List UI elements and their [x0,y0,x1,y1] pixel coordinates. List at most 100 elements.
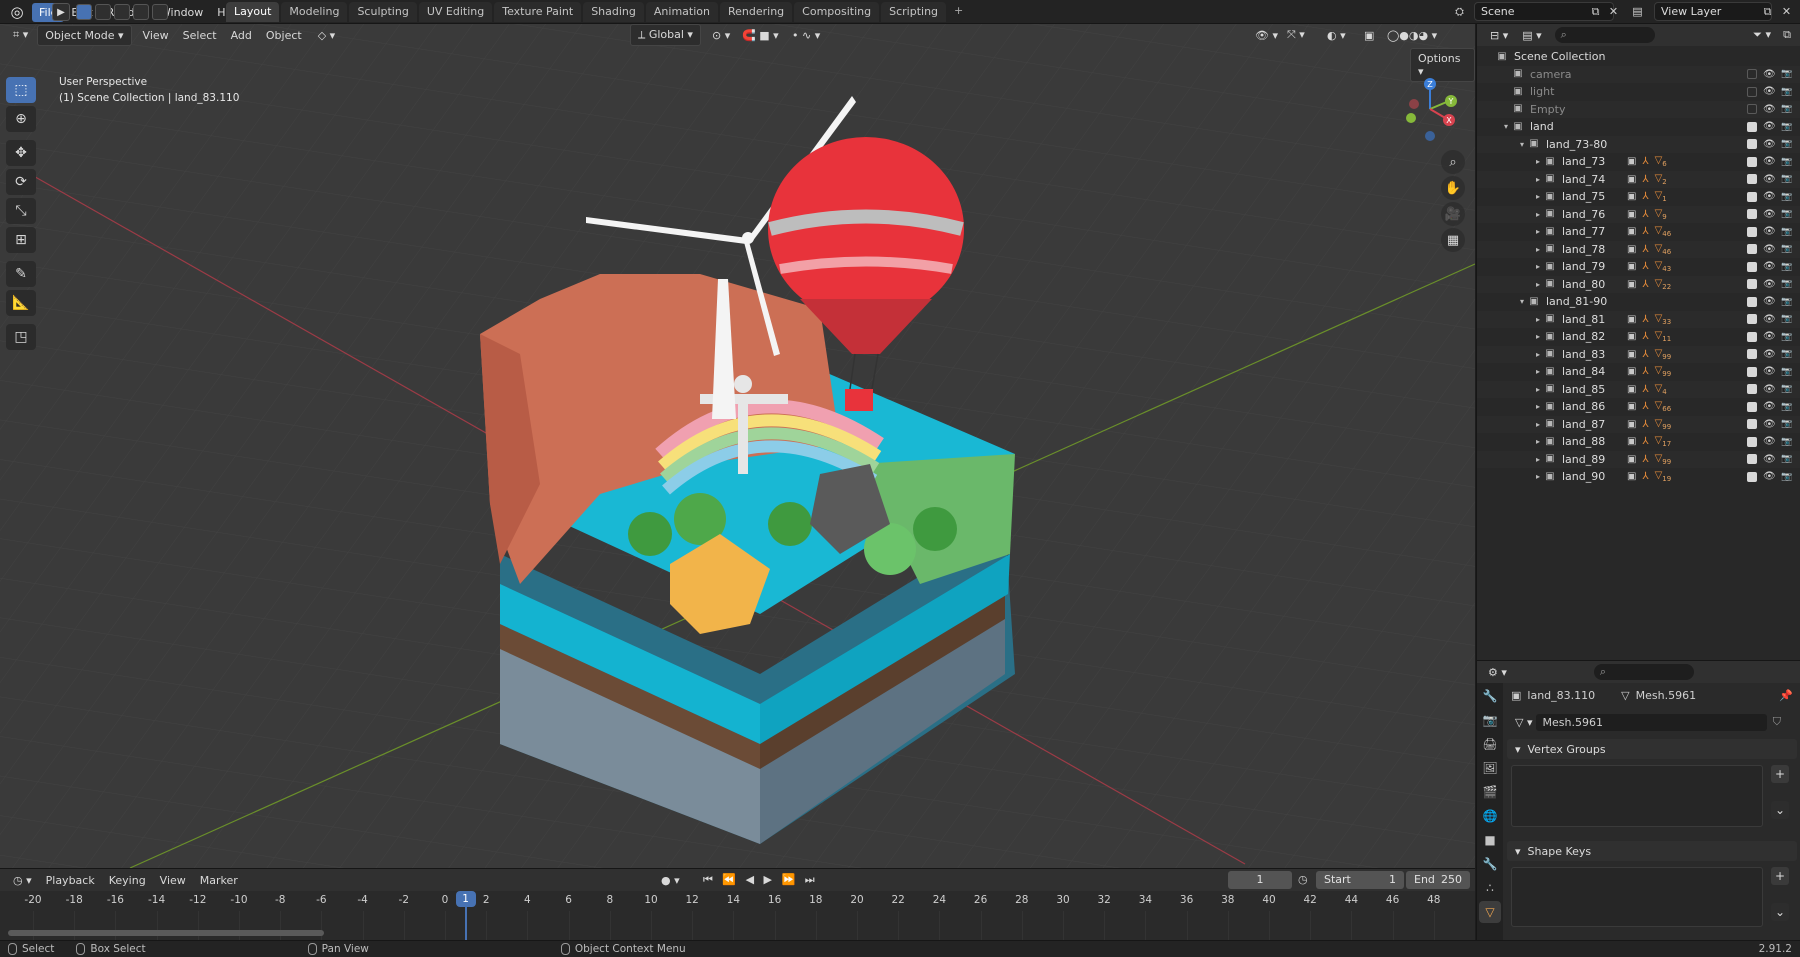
exclude-checkbox[interactable] [1747,209,1757,219]
expand-toggle-icon[interactable]: ▸ [1533,157,1543,166]
fake-user-icon[interactable]: ⛉ [1773,715,1781,729]
timeline-menu-keying[interactable]: Keying [102,872,153,889]
end-frame-field[interactable]: End 250 [1406,871,1470,889]
view-layer-tab-icon[interactable]: 🖼 [1479,757,1501,779]
outliner-row[interactable]: ▣ camera 👁 📷 [1477,65,1800,83]
expand-toggle-icon[interactable]: ▾ [1501,122,1511,131]
timeline-menu-playback[interactable]: Playback [39,872,102,889]
outliner-row[interactable]: ▸ ▣ land_76 ▣ ⅄ ▽9 👁 📷 [1477,205,1800,223]
mesh-icon[interactable]: ▽33 [1655,313,1672,326]
mesh-icon[interactable]: ▽66 [1655,400,1672,413]
object-icon[interactable]: ▣ [1627,226,1636,237]
eye-icon[interactable]: 👁 [1763,86,1776,97]
expand-toggle-icon[interactable]: ▸ [1533,420,1543,429]
proportional-icon[interactable]: • ∿ ▾ [785,26,827,45]
render-camera-icon[interactable]: 📷 [1781,419,1793,429]
viewport-menu-add[interactable]: Add [224,26,259,45]
object-icon[interactable]: ▣ [1627,454,1636,465]
expand-toggle-icon[interactable]: ▸ [1533,332,1543,341]
render-camera-icon[interactable]: 📷 [1781,157,1793,167]
outliner-row[interactable]: ▸ ▣ land_80 ▣ ⅄ ▽22 👁 📷 [1477,275,1800,293]
object-icon[interactable]: ▣ [1627,349,1636,360]
timeline-menu-marker[interactable]: Marker [193,872,245,889]
render-camera-icon[interactable]: 📷 [1781,384,1793,394]
outliner-row[interactable]: ▾ ▣ land_81-90 👁 📷 [1477,293,1800,310]
empty-object-icon[interactable]: ⅄ [1642,331,1648,342]
expand-toggle-icon[interactable]: ▸ [1533,472,1543,481]
shading-modes-icon[interactable]: ◯●◑◕ ▾ [1380,26,1444,45]
render-camera-icon[interactable]: 📷 [1781,314,1793,324]
render-camera-icon[interactable]: 📷 [1781,209,1793,219]
exclude-checkbox[interactable] [1747,261,1757,272]
exclude-checkbox[interactable] [1747,69,1757,79]
mesh-icon[interactable]: ▽2 [1655,173,1667,186]
render-camera-icon[interactable]: 📷 [1781,139,1793,149]
gizmo-toggle-icon[interactable]: ◇ ▾ [311,26,342,45]
eye-icon[interactable]: 👁 [1763,436,1776,447]
exclude-checkbox[interactable] [1747,314,1757,324]
eye-icon[interactable]: 👁 [1763,296,1776,307]
outliner-row[interactable]: ▸ ▣ land_83 ▣ ⅄ ▽99 👁 📷 [1477,345,1800,363]
measure-tool-icon[interactable]: 📐 [6,290,36,316]
exclude-checkbox[interactable] [1747,104,1757,114]
scene-tab-icon[interactable]: 🎬 [1479,781,1501,803]
outliner-row[interactable]: ▾ ▣ land_73-80 👁 📷 [1477,135,1800,153]
scale-tool-icon[interactable]: ⤡ [6,198,36,224]
shape-key-add-icon[interactable]: + [1771,867,1789,885]
render-camera-icon[interactable]: 📷 [1781,244,1793,254]
outliner-row[interactable]: ▸ ▣ land_88 ▣ ⅄ ▽17 👁 📷 [1477,433,1800,450]
exclude-checkbox[interactable] [1747,86,1757,97]
eye-icon[interactable]: 👁 [1763,279,1776,290]
expand-toggle-icon[interactable]: ▸ [1533,245,1543,254]
empty-object-icon[interactable]: ⅄ [1642,454,1648,465]
eye-icon[interactable]: 👁 [1763,419,1776,430]
select-tool-icon[interactable]: ▶ [52,3,70,21]
outliner-row[interactable]: ▾ ▣ land 👁 📷 [1477,118,1800,135]
render-camera-icon[interactable]: 📷 [1781,227,1793,237]
exclude-checkbox[interactable] [1747,156,1757,167]
data-tab-icon[interactable]: ▽ [1479,901,1501,923]
mode-extend-icon[interactable] [95,4,111,20]
render-camera-icon[interactable]: 📷 [1781,104,1793,114]
empty-object-icon[interactable]: ⅄ [1642,366,1648,377]
shape-key-menu-icon[interactable]: ⌄ [1771,903,1789,921]
tab-modeling[interactable]: Modeling [281,2,348,22]
object-icon[interactable]: ▣ [1627,314,1636,325]
outliner-row[interactable]: ▸ ▣ land_75 ▣ ⅄ ▽1 👁 📷 [1477,188,1800,205]
eye-icon[interactable]: 👁 [1763,401,1776,412]
empty-object-icon[interactable]: ⅄ [1642,226,1648,237]
object-icon[interactable]: ▣ [1627,384,1636,395]
render-camera-icon[interactable]: 📷 [1781,192,1793,202]
properties-search-input[interactable]: ⌕ [1593,664,1694,680]
editor-type-icon[interactable]: ⌗ ▾ [6,25,35,45]
add-cube-tool-icon[interactable]: ◳ [6,324,36,350]
exclude-checkbox[interactable] [1747,139,1757,149]
new-collection-icon[interactable]: ⧉ [1776,25,1798,45]
object-icon[interactable]: ▣ [1627,261,1636,272]
pivot-icon[interactable]: ⊙ ▾ [705,26,737,45]
exclude-checkbox[interactable] [1747,401,1757,412]
render-camera-icon[interactable]: 📷 [1781,279,1793,289]
empty-object-icon[interactable]: ⅄ [1642,261,1648,272]
preview-range-icon[interactable]: ◷ [1298,873,1308,886]
mesh-icon[interactable]: ▽4 [1655,383,1667,396]
mesh-icon[interactable]: ▽99 [1655,418,1672,431]
close-scene-icon[interactable]: ✕ [1604,2,1623,21]
exclude-checkbox[interactable] [1747,454,1757,464]
timeline-editor-icon[interactable]: ◷ ▾ [6,872,39,889]
outliner-row[interactable]: ▸ ▣ land_79 ▣ ⅄ ▽43 👁 📷 [1477,258,1800,275]
outliner-row[interactable]: ▣ Empty 👁 📷 [1477,100,1800,118]
shape-keys-list[interactable] [1511,867,1763,927]
render-camera-icon[interactable]: 📷 [1781,402,1793,412]
expand-toggle-icon[interactable]: ▸ [1533,402,1543,411]
vertex-groups-list[interactable] [1511,765,1763,827]
object-icon[interactable]: ▣ [1627,209,1636,220]
record-icon[interactable]: ● ▾ [654,872,687,889]
expand-toggle-icon[interactable]: ▸ [1533,210,1543,219]
eye-icon[interactable]: 👁 [1763,349,1776,360]
outliner-row[interactable]: ▸ ▣ land_85 ▣ ⅄ ▽4 👁 📷 [1477,380,1800,398]
playhead-frame-badge[interactable]: 1 [455,891,476,907]
outliner-row[interactable]: ▸ ▣ land_89 ▣ ⅄ ▽99 👁 📷 [1477,450,1800,468]
mesh-icon[interactable]: ▽11 [1655,330,1672,343]
mesh-selector[interactable]: ▽ ▾ Mesh.5961 ⛉ [1511,713,1781,731]
